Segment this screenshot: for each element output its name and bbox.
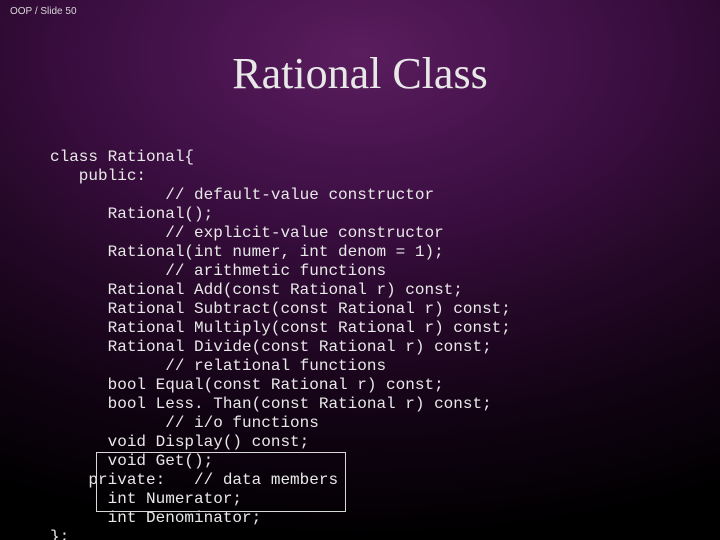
code-line: Rational(int numer, int denom = 1); <box>50 243 444 261</box>
code-line: // arithmetic functions <box>50 262 386 280</box>
code-line: // default-value constructor <box>50 186 434 204</box>
code-line: // i/o functions <box>50 414 319 432</box>
code-line: }; <box>50 528 69 540</box>
code-line: Rational Divide(const Rational r) const; <box>50 338 492 356</box>
code-line: class Rational{ <box>50 148 194 166</box>
code-line: Rational Subtract(const Rational r) cons… <box>50 300 511 318</box>
code-line: // explicit-value constructor <box>50 224 444 242</box>
code-line: Rational Add(const Rational r) const; <box>50 281 463 299</box>
slide-header: OOP / Slide 50 <box>10 6 77 17</box>
slide-title: Rational Class <box>0 48 720 99</box>
code-line: Rational Multiply(const Rational r) cons… <box>50 319 511 337</box>
code-line: bool Less. Than(const Rational r) const; <box>50 395 492 413</box>
code-line: bool Equal(const Rational r) const; <box>50 376 444 394</box>
code-line: public: <box>50 167 146 185</box>
code-line: void Display() const; <box>50 433 309 451</box>
slide: OOP / Slide 50 Rational Class class Rati… <box>0 0 720 540</box>
code-line: // relational functions <box>50 357 386 375</box>
highlight-box <box>96 452 346 512</box>
code-line: Rational(); <box>50 205 213 223</box>
